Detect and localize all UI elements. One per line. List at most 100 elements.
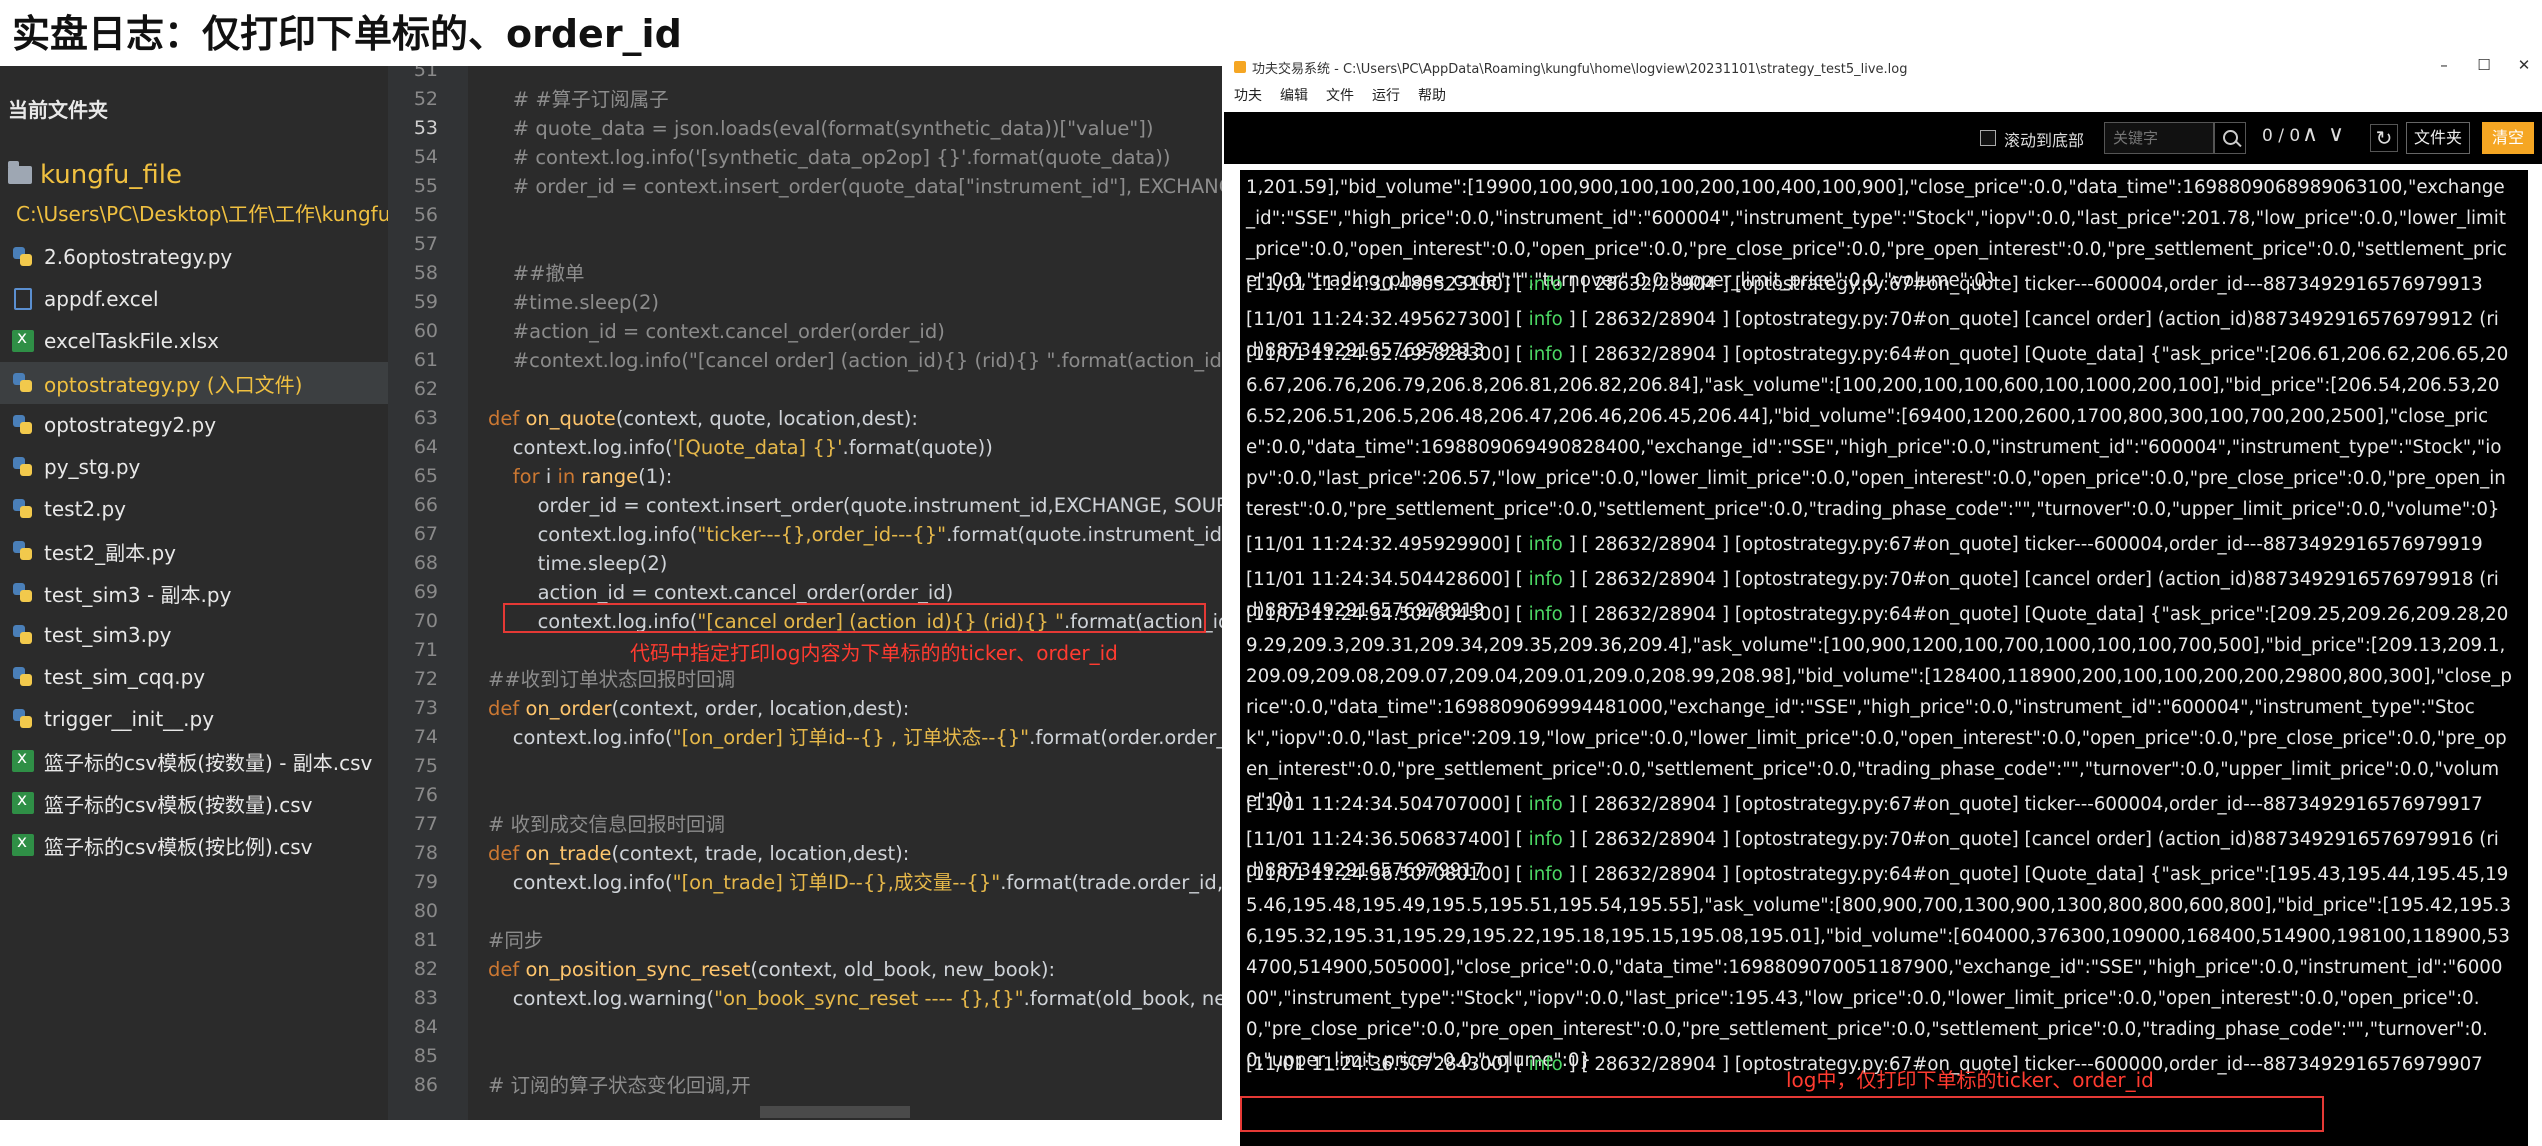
python-file-icon (12, 708, 34, 730)
keyword-search-input[interactable] (2104, 122, 2214, 154)
code-token: context.log.warning( (488, 987, 715, 1010)
code-token: "[on_order] 订单id--{} , 订单状态--{}" (672, 726, 1030, 749)
code-token: (context, old_book, new_book): (750, 958, 1056, 981)
python-file-icon (12, 498, 34, 520)
file-item[interactable]: py_stg.py (0, 446, 388, 488)
log-timestamp: [11/01 11:24:32.495627300] (1246, 309, 1510, 330)
menu-item[interactable]: 文件 (1316, 84, 1362, 108)
file-item[interactable]: test_sim_cqq.py (0, 656, 388, 698)
line-number: 63 (413, 407, 438, 429)
code-line: context.log.info("[on_order] 订单id--{} , … (488, 723, 1222, 752)
scroll-to-bottom-checkbox[interactable] (1980, 130, 1996, 146)
file-item[interactable]: 2.6optostrategy.py (0, 236, 388, 278)
line-number: 76 (413, 784, 438, 806)
code-line: context.log.info("ticker---{},order_id--… (488, 520, 1222, 549)
file-item[interactable]: appdf.excel (0, 278, 388, 320)
menu-bar: 功夫 编辑 文件 运行 帮助 (1224, 84, 1454, 108)
code-token: # 收到成交信息回报时回调 (488, 813, 726, 836)
python-file-icon (12, 456, 34, 478)
code-line: for i in range(1): (488, 462, 673, 491)
file-name: appdf.excel (44, 287, 159, 311)
code-line: # quote_data = json.loads(eval(format(sy… (488, 114, 1154, 143)
file-item[interactable]: optostrategy2.py (0, 404, 388, 446)
minimize-button[interactable]: – (2434, 56, 2454, 74)
close-button[interactable]: ✕ (2514, 56, 2534, 74)
log-level: info (1528, 344, 1563, 365)
code-editor[interactable]: # #算子订阅属子 # quote_data = json.loads(eval… (468, 66, 1222, 1120)
maximize-button[interactable]: ☐ (2474, 56, 2494, 74)
excel-icon (12, 790, 34, 814)
editor-horizontal-scrollbar[interactable] (760, 1106, 910, 1118)
code-token: #action_id = context.cancel_order(order_… (488, 320, 945, 343)
code-line: #context.log.info("[cancel order] (actio… (488, 346, 1222, 375)
file-item[interactable]: optostrategy.py (入口文件) (0, 362, 388, 404)
menu-item[interactable]: 编辑 (1270, 84, 1316, 108)
clear-button[interactable]: 清空 (2482, 122, 2534, 154)
file-item[interactable]: test_sim3 - 副本.py (0, 572, 388, 614)
file-item[interactable]: test_sim3.py (0, 614, 388, 656)
file-name: test2.py (44, 497, 127, 521)
root-folder-label: kungfu_file (40, 160, 182, 190)
file-name: test_sim3 - 副本.py (44, 582, 232, 607)
log-timestamp: [11/01 11:24:34.504707000] (1246, 794, 1510, 815)
code-line: context.log.warning("on_book_sync_reset … (488, 984, 1222, 1013)
code-token: #同步 (488, 929, 544, 952)
chevron-down-icon[interactable]: ∨ (2328, 122, 2344, 147)
file-item[interactable]: excelTaskFile.xlsx (0, 320, 388, 362)
menu-item[interactable]: 帮助 (1408, 84, 1454, 108)
file-item[interactable]: 篮子标的csv模板(按数量).csv (0, 782, 388, 824)
file-item[interactable]: trigger__init__.py (0, 698, 388, 740)
python-file-icon (12, 666, 34, 688)
code-token: (context, order, location,dest): (611, 697, 910, 720)
file-item[interactable]: test2_副本.py (0, 530, 388, 572)
python-file-icon (12, 372, 34, 394)
python-file-icon (12, 246, 34, 268)
explorer-title: 当前文件夹 (8, 98, 108, 122)
code-line: def on_order(context, order, location,de… (488, 694, 909, 723)
code-token: def (488, 958, 526, 981)
scroll-to-bottom-label: 滚动到底部 (2004, 131, 2085, 150)
log-level: info (1528, 604, 1563, 625)
line-number: 73 (413, 697, 438, 719)
log-timestamp: [11/01 11:24:32.495929900] (1246, 534, 1510, 555)
file-explorer: 当前文件夹 kungfu_file C:\Users\PC\Desktop\工作… (0, 66, 431, 1120)
code-token: .format(old_book, new_book)) (1023, 987, 1222, 1010)
menu-item[interactable]: 功夫 (1224, 84, 1270, 108)
line-number: 79 (413, 871, 438, 893)
log-text: [ 28632/28904 ] [optostrategy.py:64#on_q… (1246, 344, 2509, 520)
log-entry: [11/01 11:24:30.480523100] [ info ] [ 28… (1246, 274, 2483, 295)
file-name: test_sim_cqq.py (44, 665, 206, 689)
code-token: # #算子订阅属子 (488, 88, 669, 111)
line-number: 54 (413, 146, 438, 168)
root-folder[interactable]: kungfu_file (8, 152, 182, 198)
line-number: 59 (413, 291, 438, 313)
window-title: 功夫交易系统 - C:\Users\PC\AppData\Roaming\kun… (1252, 62, 1908, 77)
code-token: context.log.info( (488, 726, 673, 749)
log-output[interactable]: 1,201.59],"bid_volume":[19900,100,900,10… (1240, 170, 2528, 1146)
line-number: 51 (413, 66, 438, 81)
file-item[interactable]: 篮子标的csv模板(按比例).csv (0, 824, 388, 866)
line-number: 78 (413, 842, 438, 864)
page-title: 实盘日志：仅打印下单标的、order_id (12, 12, 682, 56)
folder-button[interactable]: 文件夹 (2406, 122, 2470, 154)
file-item[interactable]: test2.py (0, 488, 388, 530)
code-token: for (488, 465, 546, 488)
refresh-icon[interactable]: ↻ (2370, 124, 2398, 152)
chevron-up-icon[interactable]: ∧ (2302, 122, 2318, 147)
code-token: def (488, 697, 526, 720)
code-token: # context.log.info('[synthetic_data_op2o… (488, 146, 1171, 169)
line-number: 56 (413, 204, 438, 226)
line-number: 75 (413, 755, 438, 777)
log-text: [ 28632/28904 ] [optostrategy.py:64#on_q… (1246, 604, 2512, 811)
search-icon[interactable] (2214, 122, 2246, 154)
file-name: excelTaskFile.xlsx (44, 329, 219, 353)
match-count: 0 / 0 (2262, 126, 2301, 146)
menu-item[interactable]: 运行 (1362, 84, 1408, 108)
file-name: 篮子标的csv模板(按数量) - 副本.csv (44, 750, 373, 775)
file-name: py_stg.py (44, 455, 141, 479)
line-number: 82 (413, 958, 438, 980)
file-item[interactable]: 篮子标的csv模板(按数量) - 副本.csv (0, 740, 388, 782)
code-line: ##撤单 (488, 259, 585, 288)
line-number: 57 (413, 233, 438, 255)
log-timestamp: [11/01 11:24:36.506837400] (1246, 829, 1510, 850)
